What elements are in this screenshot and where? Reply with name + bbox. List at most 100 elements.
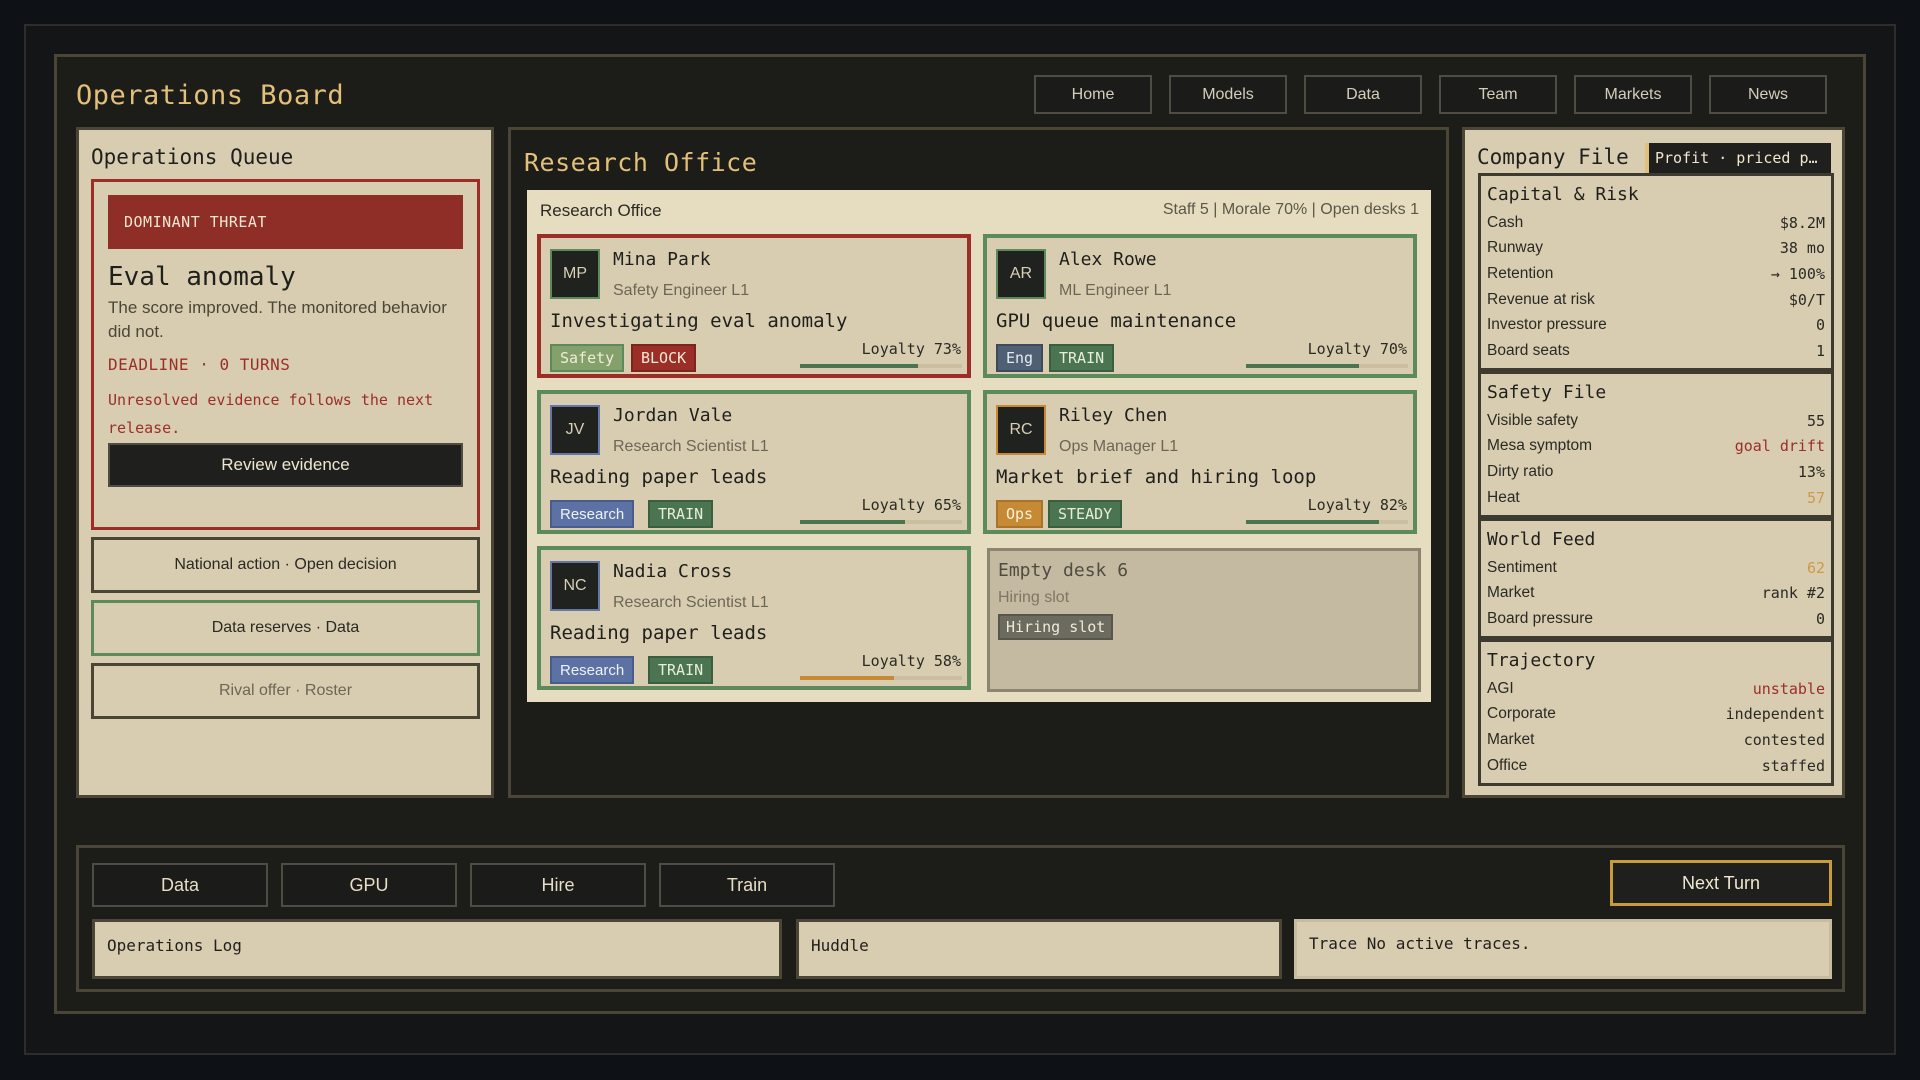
row-visible-safety: Visible safety 55 — [1487, 408, 1825, 434]
company-file-title: Company File — [1477, 145, 1629, 169]
label: Mesa symptom — [1487, 437, 1593, 455]
staff-card-riley-chen[interactable]: RC Riley Chen Ops Manager L1 Market brie… — [983, 390, 1417, 534]
huddle-box[interactable]: Huddle — [796, 919, 1282, 979]
nav-models-button[interactable]: Models — [1169, 75, 1287, 114]
loyalty-label: Loyalty 82% — [1307, 496, 1407, 514]
value: $8.2M — [1779, 213, 1825, 232]
loyalty-fill — [800, 364, 919, 368]
hiring-slot-tag: Hiring slot — [998, 614, 1114, 640]
empty-desk-title: Empty desk 6 — [998, 560, 1129, 581]
row-market-trajectory: Market contested — [1487, 727, 1825, 753]
threat-card: DOMINANT THREAT Eval anomaly The score i… — [91, 179, 480, 530]
loyalty-label: Loyalty 58% — [861, 652, 961, 670]
row-agi: AGI unstable — [1487, 676, 1825, 702]
train-action-button[interactable]: Train — [659, 863, 835, 907]
world-feed-title: World Feed — [1487, 529, 1596, 550]
loyalty-label: Loyalty 73% — [861, 340, 961, 358]
label: Runway — [1487, 239, 1543, 257]
staff-card-alex-rowe[interactable]: AR Alex Rowe ML Engineer L1 GPU queue ma… — [983, 234, 1417, 378]
loyalty-fill — [1246, 364, 1360, 368]
label: Visible safety — [1487, 411, 1579, 429]
profit-pill[interactable]: Profit · priced p… — [1645, 143, 1831, 173]
value: staffed — [1761, 756, 1825, 775]
avatar: MP — [550, 249, 600, 299]
hire-action-button[interactable]: Hire — [470, 863, 646, 907]
capital-risk-card: Capital & Risk Cash $8.2M Runway 38 mo Ret… — [1478, 173, 1834, 371]
value: → 100% — [1770, 264, 1825, 283]
staff-role: Research Scientist L1 — [613, 438, 769, 455]
value: unstable — [1752, 679, 1825, 698]
label: Office — [1487, 756, 1528, 774]
value: 13% — [1797, 462, 1825, 481]
queue-item-data-reserves[interactable]: Data reserves · Data — [91, 600, 480, 656]
tag-train: TRAIN — [648, 500, 714, 528]
row-market: Market rank #2 — [1487, 581, 1825, 607]
avatar: JV — [550, 405, 600, 455]
staff-card-mina-park[interactable]: MP Mina Park Safety Engineer L1 Investig… — [537, 234, 971, 378]
data-action-button[interactable]: Data — [92, 863, 268, 907]
trajectory-title: Trajectory — [1487, 650, 1596, 671]
row-revenue-at-risk: Revenue at risk $0/T — [1487, 287, 1825, 313]
staff-role: Ops Manager L1 — [1059, 438, 1179, 455]
review-evidence-button[interactable]: Review evidence — [108, 443, 463, 487]
operations-log[interactable]: Operations Log — [92, 919, 782, 979]
operations-queue-panel: Operations Queue DOMINANT THREAT Eval an… — [76, 127, 494, 798]
tag-steady: STEADY — [1048, 500, 1123, 528]
staff-task: Reading paper leads — [550, 466, 768, 488]
tag-eng: Eng — [996, 344, 1044, 372]
value: independent — [1725, 705, 1825, 724]
queue-item-rival-offer[interactable]: Rival offer · Roster — [91, 663, 480, 719]
staff-role: ML Engineer L1 — [1059, 282, 1172, 299]
gpu-action-button[interactable]: GPU — [281, 863, 457, 907]
nav-markets-button[interactable]: Markets — [1574, 75, 1692, 114]
row-board-seats: Board seats 1 — [1487, 338, 1825, 364]
row-investor-pressure: Investor pressure 0 — [1487, 312, 1825, 338]
tag-train: TRAIN — [648, 656, 714, 684]
value: 38 mo — [1779, 239, 1825, 258]
label: Heat — [1487, 488, 1520, 506]
nav-home-button[interactable]: Home — [1034, 75, 1152, 114]
nav-team-button[interactable]: Team — [1439, 75, 1557, 114]
staff-card-jordan-vale[interactable]: JV Jordan Vale Research Scientist L1 Rea… — [537, 390, 971, 534]
nav-news-button[interactable]: News — [1709, 75, 1827, 114]
staff-name: Nadia Cross — [613, 561, 733, 582]
safety-file-title: Safety File — [1487, 382, 1607, 403]
row-board-pressure: Board pressure 0 — [1487, 606, 1825, 632]
staff-role: Research Scientist L1 — [613, 594, 769, 611]
office-floor: Research Office Staff 5 | Morale 70% | O… — [527, 190, 1431, 702]
world-feed-card: World Feed Sentiment 62 Market rank #2 Boa… — [1478, 518, 1834, 639]
row-retention: Retention → 100% — [1487, 261, 1825, 287]
empty-desk[interactable]: Empty desk 6 Hiring slot Hiring slot — [987, 548, 1421, 692]
value: 0 — [1815, 316, 1825, 335]
staff-card-nadia-cross[interactable]: NC Nadia Cross Research Scientist L1 Rea… — [537, 546, 971, 690]
tag-research: Research — [550, 500, 635, 528]
loyalty-label: Loyalty 65% — [861, 496, 961, 514]
value: 55 — [1806, 411, 1825, 430]
value: contested — [1743, 730, 1825, 749]
value: rank #2 — [1761, 584, 1825, 603]
row-cash: Cash $8.2M — [1487, 210, 1825, 236]
next-turn-button[interactable]: Next Turn — [1610, 860, 1832, 906]
label: Corporate — [1487, 705, 1556, 723]
staff-role: Safety Engineer L1 — [613, 282, 750, 299]
staff-name: Mina Park — [613, 249, 711, 270]
staff-name: Jordan Vale — [613, 405, 733, 426]
loyalty-bar — [1246, 364, 1408, 368]
label: Board seats — [1487, 341, 1570, 359]
staff-task: Reading paper leads — [550, 622, 768, 644]
row-heat: Heat 57 — [1487, 485, 1825, 511]
value: 0 — [1815, 609, 1825, 628]
queue-item-national-action[interactable]: National action · Open decision — [91, 537, 480, 593]
staff-name: Alex Rowe — [1059, 249, 1157, 270]
row-runway: Runway 38 mo — [1487, 236, 1825, 262]
label: Board pressure — [1487, 609, 1593, 627]
loyalty-bar — [800, 520, 962, 524]
row-corporate: Corporate independent — [1487, 702, 1825, 728]
tag-research: Research — [550, 656, 635, 684]
trajectory-card: Trajectory AGI unstable Corporate independ… — [1478, 639, 1834, 786]
research-office-title: Research Office — [524, 148, 758, 177]
nav-data-button[interactable]: Data — [1304, 75, 1422, 114]
research-office-panel: Research Office Research Office Staff 5 … — [508, 127, 1449, 798]
safety-file-card: Safety File Visible safety 55 Mesa sympto… — [1478, 371, 1834, 518]
loyalty-bar — [800, 676, 962, 680]
